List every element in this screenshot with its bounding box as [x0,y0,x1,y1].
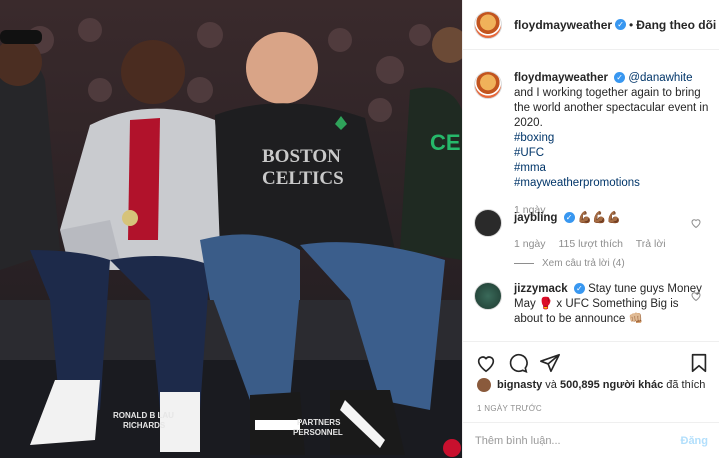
reply-button[interactable]: Trả lời [636,238,666,250]
like-heart-icon[interactable] [475,352,497,374]
sign-text-1: RONALD B LAU [113,411,174,420]
verified-badge-icon: ✓ [573,283,585,295]
post-comment-button[interactable]: Đăng [681,435,709,447]
author-avatar[interactable] [474,10,502,39]
commenter-avatar[interactable] [474,282,502,310]
caption: floydmayweather ✓ @danawhite and I worki… [474,71,710,216]
comment-meta: 1 ngày 115 lượt thích Trả lời [514,238,710,250]
first-liker[interactable]: bignasty [497,379,542,391]
caption-mention[interactable]: @danawhite [628,72,692,84]
verified-badge-icon: ✓ [614,72,626,84]
likes-summary: bignasty và 500,895 người khác đã thích [477,378,705,392]
view-replies-label: Xem câu trả lời (4) [542,258,625,269]
comment-item: jizzymack ✓ Stay tune guys Money May 🥊 x… [474,282,710,327]
comment-body: jaybling ✓ 💪🏾💪🏾💪🏾 [514,209,710,226]
comments-list[interactable]: floydmayweather ✓ @danawhite and I worki… [463,51,719,341]
commenter-avatar[interactable] [474,209,502,237]
caption-body: floydmayweather ✓ @danawhite and I worki… [514,71,710,191]
comment-username[interactable]: jaybling [514,212,557,224]
separator-dot: • [629,17,634,32]
comment-body: jizzymack ✓ Stay tune guys Money May 🥊 x… [514,282,710,327]
likes-count[interactable]: 500,895 người khác [560,379,663,391]
caption-text: and I working together again to bring th… [514,87,709,129]
hashtag[interactable]: #boxing [514,131,710,146]
like-comment-heart-icon[interactable] [690,217,702,229]
author-username[interactable]: floydmayweather [514,18,612,32]
photo-illustration: CE BOSTON CELTICS RONALD B LAU RICHARDS … [0,0,462,458]
hashtag[interactable]: #mayweatherpromotions [514,176,710,191]
comment-text: 💪🏾💪🏾💪🏾 [577,212,621,224]
like-comment-heart-icon[interactable] [690,290,702,302]
sign-text-2: RICHARDS [123,421,166,430]
left-shirt-text: CE [430,130,461,155]
post-side-panel: floydmayweather ✓ • Đang theo dõi floydm… [462,0,719,458]
jersey-text-boston: BOSTON [262,146,341,167]
hashtag[interactable]: #UFC [514,146,710,161]
comment-username[interactable]: jizzymack [514,283,568,295]
replies-line [514,263,534,264]
post-header: floydmayweather ✓ • Đang theo dõi [463,0,719,50]
verified-badge-icon: ✓ [615,19,627,30]
sign-text-3: PARTNERS [297,418,341,427]
comment-time[interactable]: 1 ngày [514,238,546,250]
add-comment-input[interactable]: Thêm bình luận... [475,435,561,447]
post-actions [463,341,719,381]
jersey-text-celtics: CELTICS [262,168,344,189]
view-replies[interactable]: Xem câu trả lời (4) [514,258,710,269]
post-photo[interactable]: CE BOSTON CELTICS RONALD B LAU RICHARDS … [0,0,462,458]
save-bookmark-icon[interactable] [688,352,710,374]
comment-bubble-icon[interactable] [507,352,529,374]
post-date[interactable]: 1 NGÀY TRƯỚC [477,404,542,413]
share-icon[interactable] [539,352,561,374]
likes-connector: và [542,379,560,391]
comment-item: jaybling ✓ 💪🏾💪🏾💪🏾 1 ngày 115 lượt thích … [474,209,710,269]
liker-avatar[interactable] [477,378,491,392]
caption-avatar[interactable] [474,71,502,99]
verified-badge-icon: ✓ [563,212,575,224]
comment-likes[interactable]: 115 lượt thích [558,238,623,250]
hashtag[interactable]: #mma [514,161,710,176]
caption-username[interactable]: floydmayweather [514,72,608,84]
likes-suffix: đã thích [663,379,706,391]
sign-text-4: PERSONNEL [293,428,343,437]
add-comment-bar: Thêm bình luận... Đăng [463,422,719,458]
following-button[interactable]: Đang theo dõi [636,18,716,32]
